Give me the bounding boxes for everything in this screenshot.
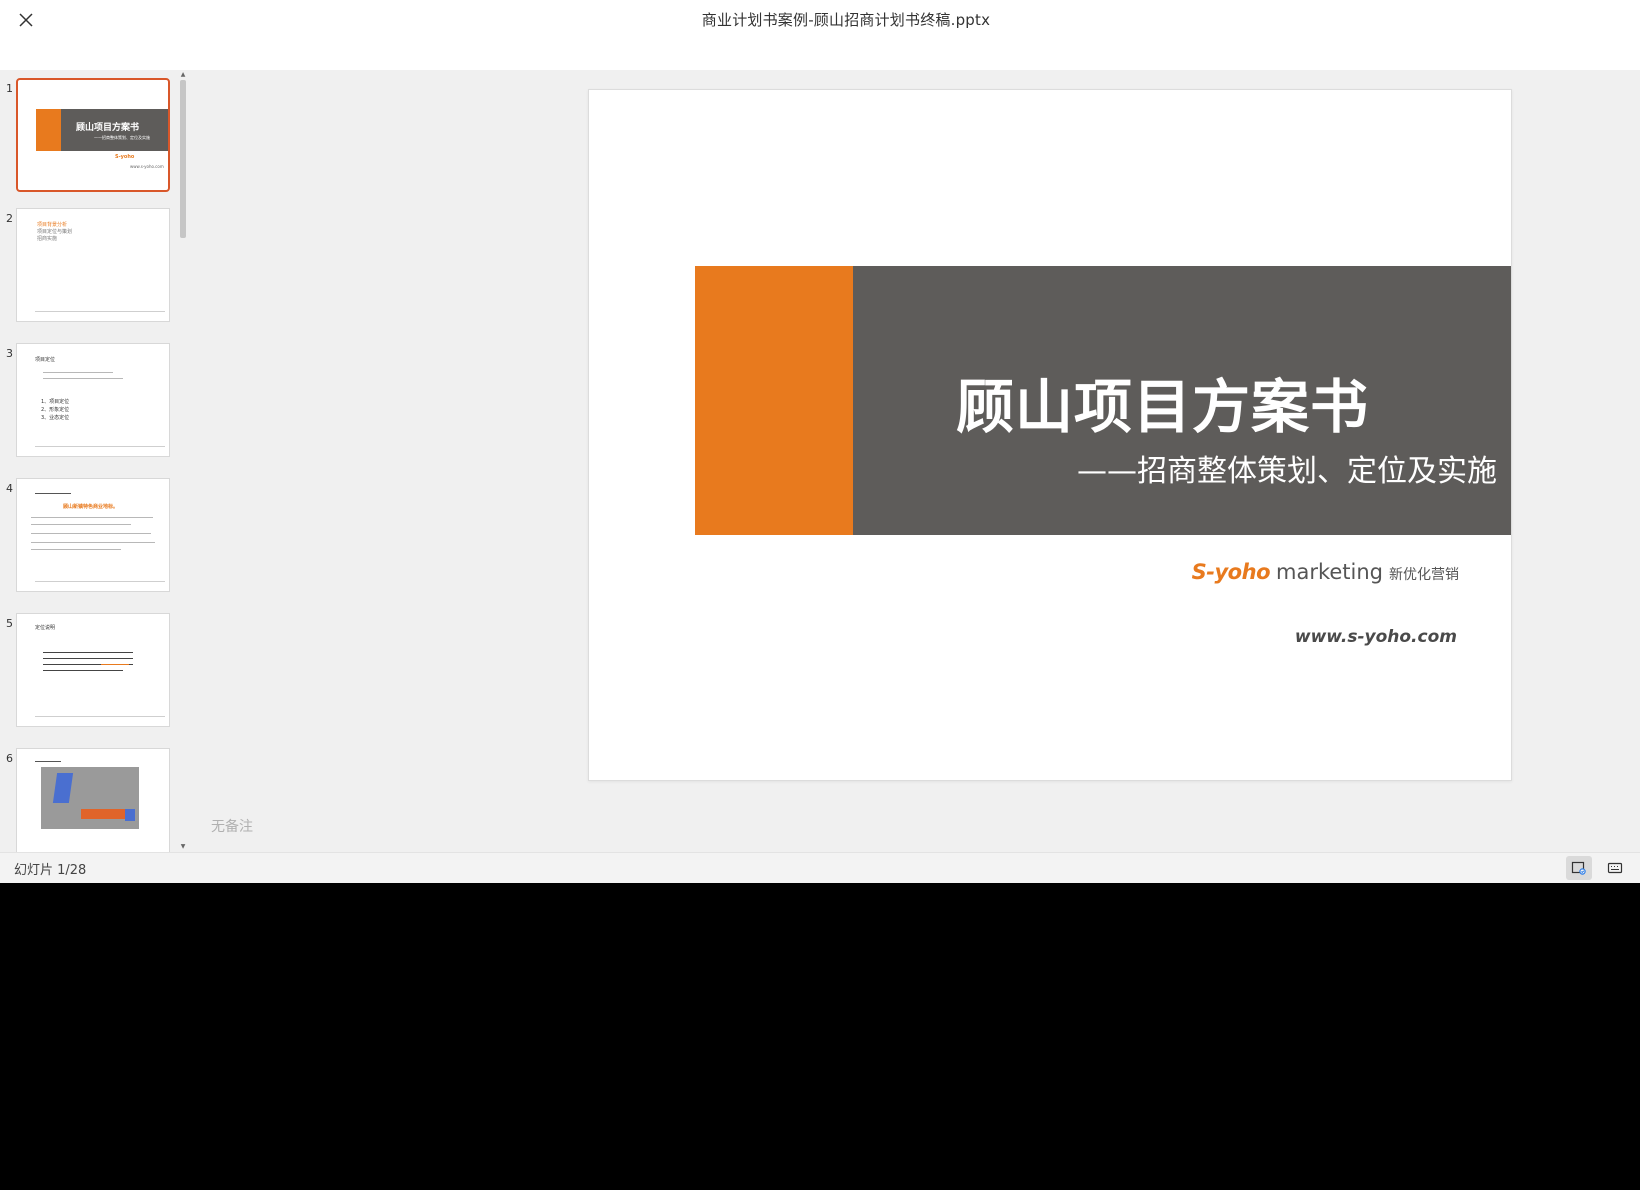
thumbnail-slide-6[interactable] [16,748,170,852]
thumbnail-number: 5 [6,617,13,630]
thumb-line [43,652,133,653]
thumb-line [43,372,113,373]
thumb-text: 定位说明 [35,625,56,631]
slide-subtitle: ——招商整体策划、定位及实施 [1077,454,1497,489]
thumb-footer-line [35,581,165,582]
slide-view-icon [1571,861,1586,875]
thumb-map-block [81,809,125,819]
slide-title: 顾山项目方案书 [956,373,1370,441]
thumbnail-row: 1 顾山项目方案书 ——招商整体策划、定位及实施 S-yoho www.s-yo… [0,70,175,192]
keyboard-icon [1607,862,1623,874]
thumbnail-number: 1 [6,82,13,95]
presentation-viewer: 商业计划书案例-顾山招商计划书终稿.pptx 1 顾山项目方案书 ——招商整体策… [0,0,1640,883]
thumbnail-number: 3 [6,347,13,360]
thumb-line [43,658,133,659]
notes-view-button[interactable] [1602,856,1628,880]
thumb-text: 2、形象定位 [41,407,70,413]
scroll-down-arrow-icon[interactable]: ▼ [179,844,187,850]
thumb-line [31,524,131,525]
viewer-header: 商业计划书案例-顾山招商计划书终稿.pptx [0,0,1640,70]
thumb-line [101,664,129,665]
thumb-line [43,378,123,379]
thumb-text: 项目定位 [35,357,56,363]
thumb-subtitle: ——招商整体策划、定位及实施 [94,135,150,140]
scroll-up-arrow-icon[interactable]: ▲ [179,72,187,78]
thumb-line [31,549,121,550]
thumb-footer-line [35,311,165,312]
thumbnail-slide-2[interactable]: 项目背景分析 项目定位与策划 招商实施 [16,208,170,322]
thumbnail-slide-1[interactable]: 顾山项目方案书 ——招商整体策划、定位及实施 S-yoho www.s-yoho… [16,78,170,192]
current-slide[interactable]: 顾山项目方案书 ——招商整体策划、定位及实施 S-yoho marketing … [588,89,1512,781]
thumbnail-row: 2 项目背景分析 项目定位与策划 招商实施 [0,200,175,322]
logo-chinese: 新优化营销 [1389,567,1459,583]
thumb-text: 3、业态定位 [41,415,70,421]
thumb-url: www.s-yoho.com [130,164,164,169]
document-title: 商业计划书案例-顾山招商计划书终稿.pptx [701,11,991,29]
thumb-line [31,517,153,518]
slide-view-button[interactable] [1566,856,1592,880]
thumb-text: 项目背景分析 [37,222,68,228]
thumbnail-row: 5 定位说明 [0,605,175,727]
slide-thumbnail-panel: 1 顾山项目方案书 ——招商整体策划、定位及实施 S-yoho www.s-yo… [0,70,190,852]
thumb-text: 招商实施 [37,236,58,242]
thumb-logo: S-yoho [115,154,135,160]
slide-counter: 幻灯片 1/28 [14,863,87,878]
thumbnail-number: 6 [6,752,13,765]
slide-orange-block [695,266,853,535]
thumbnail-row: 4 顾山新镇特色商业地标。 [0,470,175,592]
thumb-text: 顾山新镇特色商业地标。 [63,504,119,510]
thumb-footer-line [35,446,165,447]
status-bar: 幻灯片 1/28 [0,852,1640,883]
thumb-orange-block [36,109,61,151]
slide-url: www.s-yoho.com [1294,627,1457,647]
thumbnail-slide-5[interactable]: 定位说明 [16,613,170,727]
thumbnail-row: 3 项目定位 1、项目定位 2、形象定位 3、业态定位 [0,335,175,457]
thumbnail-slide-3[interactable]: 项目定位 1、项目定位 2、形象定位 3、业态定位 [16,343,170,457]
scrollbar-thumb[interactable] [180,80,186,238]
thumbnail-number: 2 [6,212,13,225]
slide-stage: 顾山项目方案书 ——招商整体策划、定位及实施 S-yoho marketing … [190,70,1640,852]
thumb-map-image [41,767,139,829]
thumbnail-slide-4[interactable]: 顾山新镇特色商业地标。 [16,478,170,592]
thumb-line [31,533,151,534]
thumb-map-block [125,809,135,821]
thumbnail-scrollbar[interactable]: ▲ ▼ [179,70,187,852]
company-logo: S-yoho marketing 新优化营销 [1192,560,1459,584]
thumb-footer-line [35,716,165,717]
thumb-text: 1、项目定位 [41,399,70,405]
thumb-map-block [52,773,74,803]
thumb-text: 项目定位与策划 [37,229,73,235]
thumb-line [35,493,71,494]
thumbnail-number: 4 [6,482,13,495]
thumb-title: 顾山项目方案书 [76,123,140,133]
logo-mark: S-yoho [1191,560,1271,584]
thumb-line [31,542,155,543]
thumb-line [43,670,123,671]
notes-area[interactable]: 无备注 [211,816,253,836]
thumbnail-row: 6 [0,740,175,852]
logo-word: marketing [1276,560,1383,584]
thumb-line [35,761,61,762]
